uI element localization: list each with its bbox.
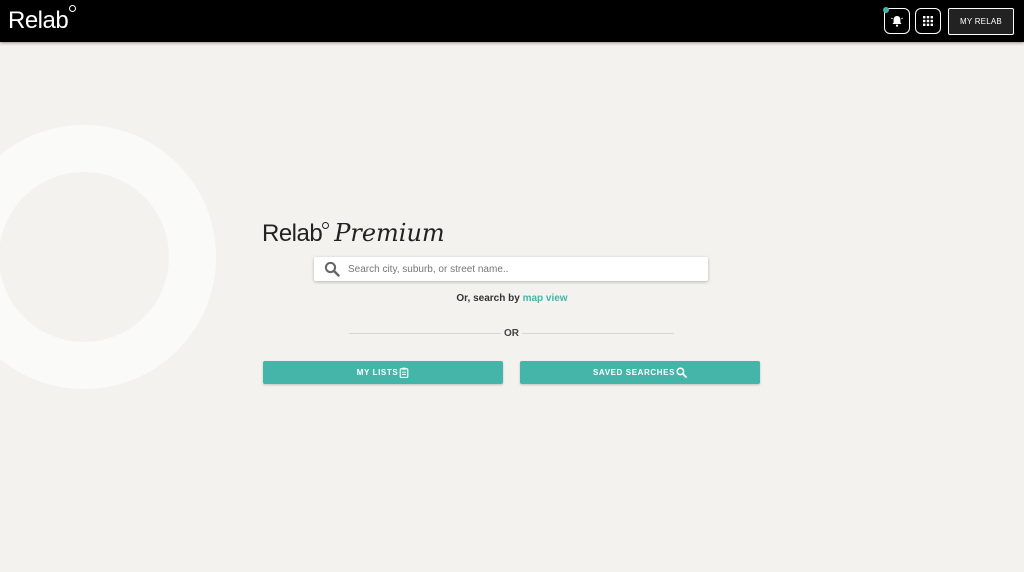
my-lists-button[interactable]: MY LISTS xyxy=(263,361,503,384)
brand-logo[interactable]: Relab xyxy=(8,5,77,35)
divider-line-left xyxy=(349,333,501,334)
divider-line-right xyxy=(522,333,674,334)
premium-logo-ring-mark xyxy=(322,222,330,229)
brand-logo-text: Relab xyxy=(8,7,69,34)
apps-menu-button[interactable] xyxy=(915,8,941,34)
my-relab-button[interactable]: MY RELAB xyxy=(948,8,1014,35)
premium-logo: Relab Premium xyxy=(262,219,445,249)
search-input[interactable] xyxy=(346,262,708,276)
alternate-search-text: Or, search by map view xyxy=(0,293,1024,304)
premium-logo-word: Relab xyxy=(262,220,330,248)
clipboard-icon xyxy=(399,367,409,378)
search-icon xyxy=(676,367,687,378)
main-content: Relab Premium Or, search by map view OR … xyxy=(0,0,1024,572)
saved-searches-button[interactable]: SAVED SEARCHES xyxy=(520,361,760,384)
premium-logo-suffix: Premium xyxy=(334,219,445,247)
bell-icon xyxy=(890,16,904,27)
saved-searches-label: SAVED SEARCHES xyxy=(592,368,676,377)
notification-indicator-dot xyxy=(883,7,889,13)
premium-logo-relab-text: Relab xyxy=(262,220,323,247)
or-divider-label: OR xyxy=(504,328,519,339)
alternate-search-prefix: Or, search by xyxy=(456,293,523,304)
map-view-link[interactable]: map view xyxy=(523,293,568,304)
search-icon xyxy=(324,261,340,277)
notifications-button[interactable] xyxy=(883,7,910,34)
grid-icon xyxy=(923,16,933,26)
brand-ring-mark xyxy=(69,5,77,12)
my-lists-label: MY LISTS xyxy=(356,368,399,377)
search-bar[interactable] xyxy=(314,257,708,281)
top-navigation-bar: Relab MY RELAB xyxy=(0,0,1024,42)
